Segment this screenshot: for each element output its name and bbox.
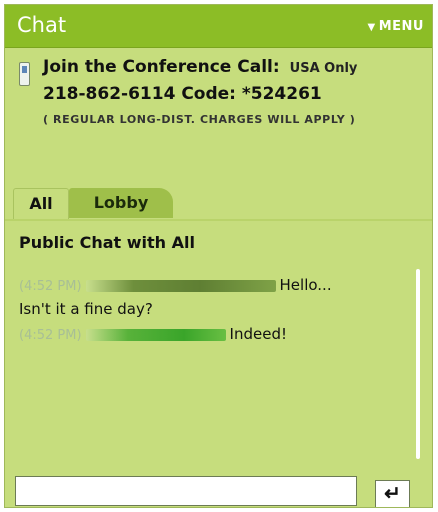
message-text: Indeed! xyxy=(229,325,287,343)
tab-lobby[interactable]: Lobby xyxy=(69,188,173,218)
message-input[interactable] xyxy=(15,476,357,506)
conference-line: Join the Conference Call: USA Only xyxy=(43,57,357,77)
message-row: Isn't it a fine day? xyxy=(19,300,153,320)
send-button[interactable]: ↵ xyxy=(375,480,410,507)
menu-label: MENU xyxy=(378,19,424,34)
conference-title: Join the Conference Call: xyxy=(43,57,280,77)
tab-all[interactable]: All xyxy=(13,188,69,219)
menu-button[interactable]: ▼ MENU xyxy=(368,19,424,34)
triangle-down-icon: ▼ xyxy=(367,22,376,33)
window-title: Chat xyxy=(17,13,67,37)
message-time: (4:52 PM) xyxy=(19,328,82,343)
conference-number: 218-862-6114 Code: *524261 xyxy=(43,84,322,104)
message-text: Hello... xyxy=(279,276,332,294)
chat-tabs: All Lobby xyxy=(5,186,432,221)
scrollbar[interactable] xyxy=(416,269,420,459)
chat-heading: Public Chat with All xyxy=(19,233,195,252)
message-text: Isn't it a fine day? xyxy=(19,300,153,318)
phone-icon xyxy=(19,62,30,86)
message-list: (4:52 PM) Hello... Isn't it a fine day? (… xyxy=(19,276,399,461)
conference-region: USA Only xyxy=(289,61,358,76)
message-row: (4:52 PM) Indeed! xyxy=(19,325,287,345)
title-bar: Chat ▼ MENU xyxy=(5,5,432,48)
message-row: (4:52 PM) Hello... xyxy=(19,276,332,296)
return-arrow-icon: ↵ xyxy=(384,483,401,505)
conference-note: ( REGULAR LONG-DIST. CHARGES WILL APPLY … xyxy=(43,113,356,126)
message-time: (4:52 PM) xyxy=(19,279,82,294)
redacted-sender xyxy=(85,279,276,292)
chat-panel: Chat ▼ MENU Join the Conference Call: USA … xyxy=(4,4,433,508)
redacted-sender xyxy=(85,328,226,341)
